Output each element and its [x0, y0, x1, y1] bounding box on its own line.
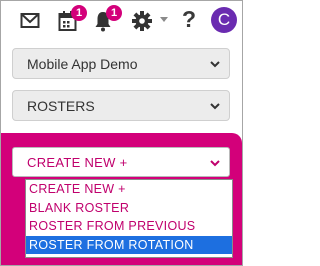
calendar-badge: 1 [71, 5, 87, 21]
mail-icon[interactable] [20, 10, 42, 32]
calendar-icon[interactable]: 1 [58, 5, 87, 32]
create-new-options-list: CREATE NEW + BLANK ROSTER ROSTER FROM PR… [25, 179, 233, 258]
chevron-down-icon [210, 61, 220, 68]
section-select-value: ROSTERS [27, 98, 95, 114]
chevron-down-icon [210, 160, 220, 167]
account-select-value: Mobile App Demo [27, 56, 138, 72]
option-roster-from-previous[interactable]: ROSTER FROM PREVIOUS [26, 217, 232, 236]
account-select[interactable]: Mobile App Demo [12, 48, 230, 79]
section-select[interactable]: ROSTERS [12, 90, 230, 121]
settings-caret-icon[interactable] [160, 17, 168, 22]
option-create-new[interactable]: CREATE NEW + [26, 180, 232, 199]
create-new-select[interactable]: CREATE NEW + [12, 147, 230, 177]
notifications-badge: 1 [106, 5, 122, 21]
help-icon[interactable]: ? [182, 6, 196, 33]
gear-icon[interactable] [131, 10, 153, 32]
create-new-select-value: CREATE NEW + [27, 155, 128, 170]
avatar[interactable]: C [211, 7, 237, 33]
app-frame: 1 1 ? C Mobile App Demo ROSTERS CREATE N… [0, 0, 243, 266]
option-blank-roster[interactable]: BLANK ROSTER [26, 199, 232, 218]
chevron-down-icon [210, 103, 220, 110]
option-roster-from-rotation[interactable]: ROSTER FROM ROTATION [26, 235, 232, 254]
top-toolbar: 1 1 ? C [1, 1, 242, 41]
bell-icon[interactable]: 1 [93, 5, 122, 32]
